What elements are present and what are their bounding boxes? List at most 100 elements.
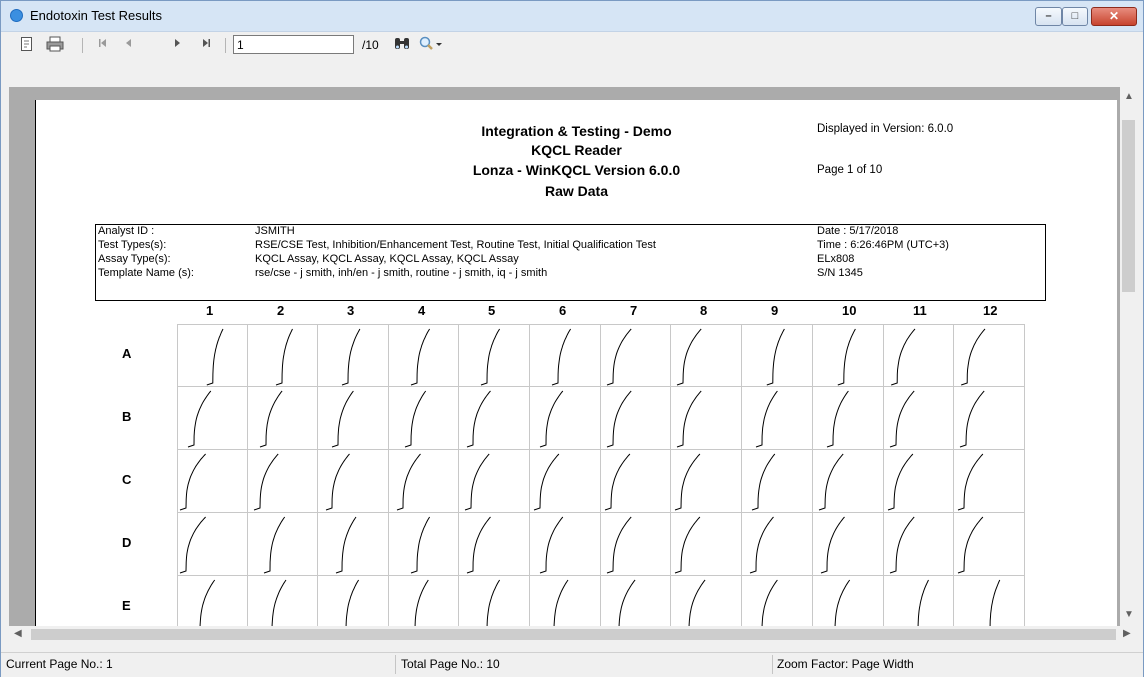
well-curve [601,576,671,626]
vertical-scrollbar[interactable]: ▲ ▼ [1120,87,1137,626]
well-curve [459,513,530,576]
maximize-icon: □ [1071,10,1079,22]
minimize-icon: – [1045,10,1052,22]
well-curve [671,387,742,450]
well-curve [530,387,601,450]
column-label: 2 [277,303,285,318]
column-label: 9 [771,303,779,318]
row-label: C [122,472,132,487]
well-curve [389,513,459,576]
row-label: D [122,535,132,550]
well-curve [459,450,530,513]
date-value: Date : 5/17/2018 [817,225,899,237]
well-curve [177,576,248,626]
toolbar-separator [82,38,83,53]
window-title: Endotoxin Test Results [30,8,162,23]
column-label: 3 [347,303,355,318]
well-curve [248,450,318,513]
current-page-status: Current Page No.: 1 [6,657,113,671]
status-separator [772,655,773,674]
zoom-icon[interactable] [418,36,444,54]
report-viewer[interactable]: Integration & Testing - Demo KQCL Reader… [9,87,1120,626]
well-curve [813,513,884,576]
app-window: Endotoxin Test Results – □ ✕ /10 [0,0,1144,677]
well-curve [177,324,248,387]
reader-model-value: ELx808 [817,253,855,265]
well-curve [248,387,318,450]
well-curve [389,387,459,450]
prev-page-icon[interactable] [120,36,138,54]
column-label: 4 [418,303,426,318]
total-pages-status: Total Page No.: 10 [401,657,500,671]
well-curve [318,387,389,450]
analyst-id-label: Analyst ID : [98,225,155,237]
report-title: Integration & Testing - Demo [481,123,672,139]
analyst-id-value: JSMITH [255,225,295,237]
well-curve [248,576,318,626]
assay-types-value: KQCL Assay, KQCL Assay, KQCL Assay, KQCL… [255,253,519,265]
row-label: B [122,409,132,424]
next-page-icon[interactable] [168,36,186,54]
title-bar[interactable]: Endotoxin Test Results – □ ✕ [1,1,1143,32]
well-curve [530,513,601,576]
toolbar: /10 [1,32,1143,58]
serial-number-value: S/N 1345 [817,267,863,279]
status-bar: Current Page No.: 1 Total Page No.: 10 Z… [1,652,1143,677]
well-curve [459,576,530,626]
horizontal-scroll-thumb[interactable] [31,629,1116,640]
well-curve [884,450,954,513]
column-label: 8 [700,303,708,318]
report-subtitle-reader: KQCL Reader [531,142,622,158]
well-curve [813,450,884,513]
scroll-up-icon[interactable]: ▲ [1124,91,1134,102]
well-curve [318,513,389,576]
well-curve [530,324,601,387]
app-icon [10,9,23,22]
page-number-input[interactable] [233,35,354,54]
well-curve [954,324,1025,387]
scroll-right-icon[interactable]: ▶ [1123,628,1131,639]
last-page-icon[interactable] [197,36,215,54]
well-curve [671,324,742,387]
scroll-down-icon[interactable]: ▼ [1124,609,1134,620]
find-icon[interactable] [393,36,411,54]
vertical-scroll-thumb[interactable] [1122,120,1135,292]
row-label: E [122,598,131,613]
well-curve [389,576,459,626]
well-curve [318,450,389,513]
page-total-label: /10 [362,38,379,52]
horizontal-scrollbar[interactable]: ◀ ▶ [9,626,1137,643]
well-curve [530,450,601,513]
well-curve [530,576,601,626]
print-icon[interactable] [46,36,64,54]
well-curve [954,513,1025,576]
well-curve [884,387,954,450]
column-label: 5 [488,303,496,318]
time-value: Time : 6:26:46PM (UTC+3) [817,239,949,251]
well-curve [742,387,813,450]
well-curve [671,576,742,626]
first-page-icon[interactable] [94,36,112,54]
close-button[interactable]: ✕ [1091,7,1137,26]
minimize-button[interactable]: – [1035,7,1062,26]
maximize-button[interactable]: □ [1062,7,1088,26]
well-curve [742,324,813,387]
report-subtitle-version: Lonza - WinKQCL Version 6.0.0 [472,162,681,178]
well-curve [248,324,318,387]
well-curve [318,324,389,387]
well-curve [813,387,884,450]
scroll-left-icon[interactable]: ◀ [14,628,22,639]
report-page: Integration & Testing - Demo KQCL Reader… [35,100,1117,626]
well-curve [884,324,954,387]
well-curve [177,387,248,450]
test-types-label: Test Types(s): [98,239,167,251]
well-curve [601,387,671,450]
well-curve [459,387,530,450]
row-label: A [122,346,132,361]
well-curve [459,324,530,387]
toolbar-separator [225,38,226,53]
well-curve [601,450,671,513]
export-icon[interactable] [18,36,36,54]
displayed-version: Displayed in Version: 6.0.0 [817,123,954,135]
page-of: Page 1 of 10 [817,164,883,176]
